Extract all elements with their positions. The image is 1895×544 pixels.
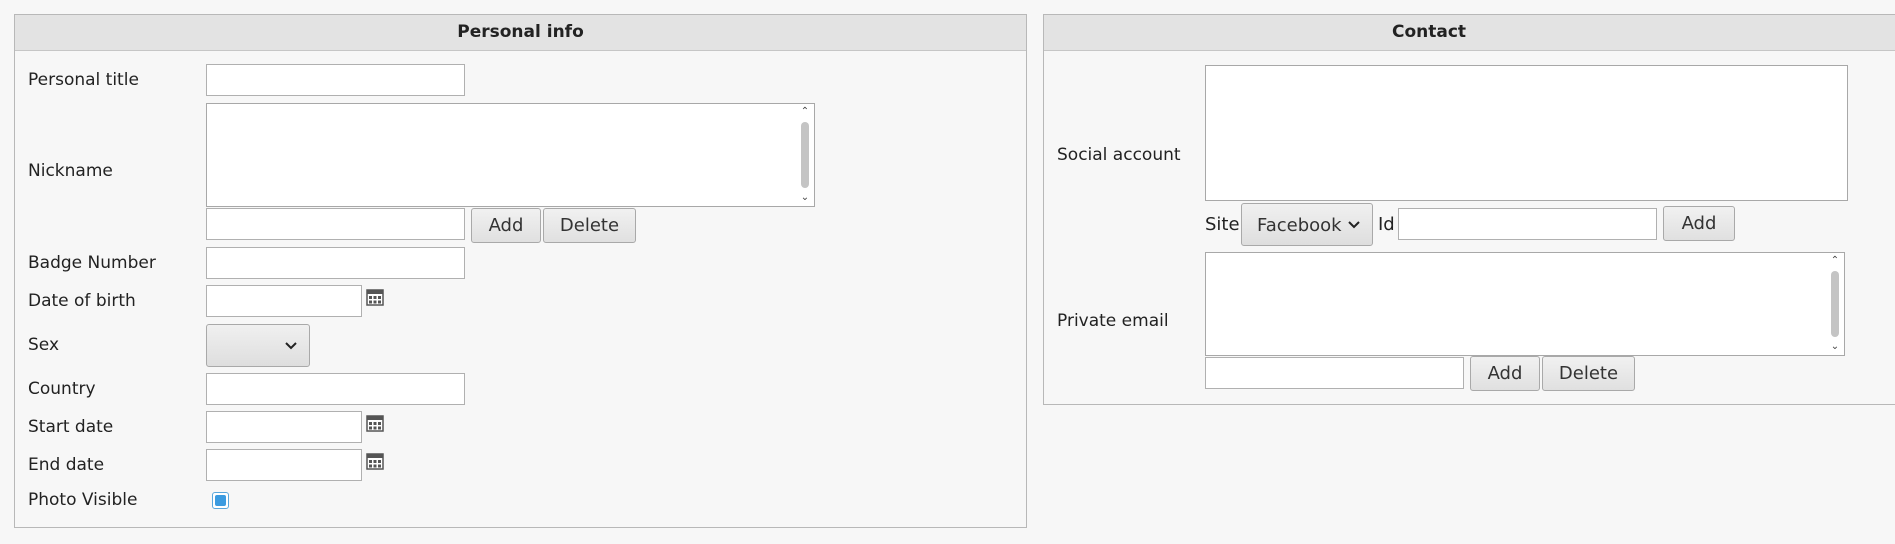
personal-info-panel: Personal info Personal title Nickname ⌃ …: [14, 14, 1027, 528]
social-account-label: Social account: [1057, 145, 1181, 165]
social-add-button[interactable]: Add: [1663, 206, 1735, 241]
site-selected-value: Facebook: [1257, 215, 1342, 236]
scroll-up-arrow-icon[interactable]: ⌃: [798, 106, 812, 118]
scrollbar-thumb[interactable]: [1831, 271, 1839, 337]
checkbox-checked-mark: [215, 495, 226, 506]
site-label: Site: [1205, 214, 1240, 235]
personal-info-title: Personal info: [15, 15, 1026, 51]
social-account-list[interactable]: [1205, 65, 1848, 201]
calendar-icon[interactable]: [366, 452, 384, 470]
sex-select[interactable]: [206, 324, 310, 367]
private-email-add-button[interactable]: Add: [1470, 356, 1540, 391]
contact-panel: Contact Social account Site Facebook Id …: [1043, 14, 1895, 405]
private-email-new-input[interactable]: [1205, 357, 1464, 389]
id-label: Id: [1378, 214, 1395, 235]
scrollbar-thumb[interactable]: [801, 122, 809, 188]
private-email-label: Private email: [1057, 311, 1169, 331]
site-select[interactable]: Facebook: [1241, 203, 1373, 246]
private-email-scrollbar[interactable]: ⌃ ⌄: [1828, 255, 1842, 353]
date-of-birth-label: Date of birth: [28, 291, 136, 311]
private-email-delete-button[interactable]: Delete: [1542, 356, 1635, 391]
photo-visible-checkbox[interactable]: [212, 492, 229, 509]
country-input[interactable]: [206, 373, 465, 405]
nickname-label: Nickname: [28, 161, 113, 181]
social-id-input[interactable]: [1398, 208, 1657, 240]
sex-label: Sex: [28, 335, 60, 355]
end-date-label: End date: [28, 455, 105, 475]
personal-title-label: Personal title: [28, 70, 139, 90]
calendar-icon[interactable]: [366, 414, 384, 432]
nickname-new-input[interactable]: [206, 208, 465, 240]
nickname-delete-button[interactable]: Delete: [543, 208, 636, 243]
nickname-list-scrollbar[interactable]: ⌃ ⌄: [798, 106, 812, 204]
chevron-down-icon: [1348, 220, 1360, 228]
scroll-up-arrow-icon[interactable]: ⌃: [1828, 255, 1842, 267]
badge-number-label: Badge Number: [28, 253, 156, 273]
date-of-birth-input[interactable]: [206, 285, 362, 317]
country-label: Country: [28, 379, 96, 399]
badge-number-input[interactable]: [206, 247, 465, 279]
chevron-down-icon: [285, 341, 297, 349]
private-email-list[interactable]: ⌃ ⌄: [1205, 252, 1845, 356]
photo-visible-label: Photo Visible: [28, 490, 138, 510]
contact-title: Contact: [1044, 15, 1895, 51]
start-date-input[interactable]: [206, 411, 362, 443]
start-date-label: Start date: [28, 417, 114, 437]
end-date-input[interactable]: [206, 449, 362, 481]
personal-title-input[interactable]: [206, 64, 465, 96]
nickname-add-button[interactable]: Add: [471, 208, 541, 243]
calendar-icon[interactable]: [366, 288, 384, 306]
scroll-down-arrow-icon[interactable]: ⌄: [1828, 341, 1842, 353]
nickname-list[interactable]: ⌃ ⌄: [206, 103, 815, 207]
scroll-down-arrow-icon[interactable]: ⌄: [798, 192, 812, 204]
